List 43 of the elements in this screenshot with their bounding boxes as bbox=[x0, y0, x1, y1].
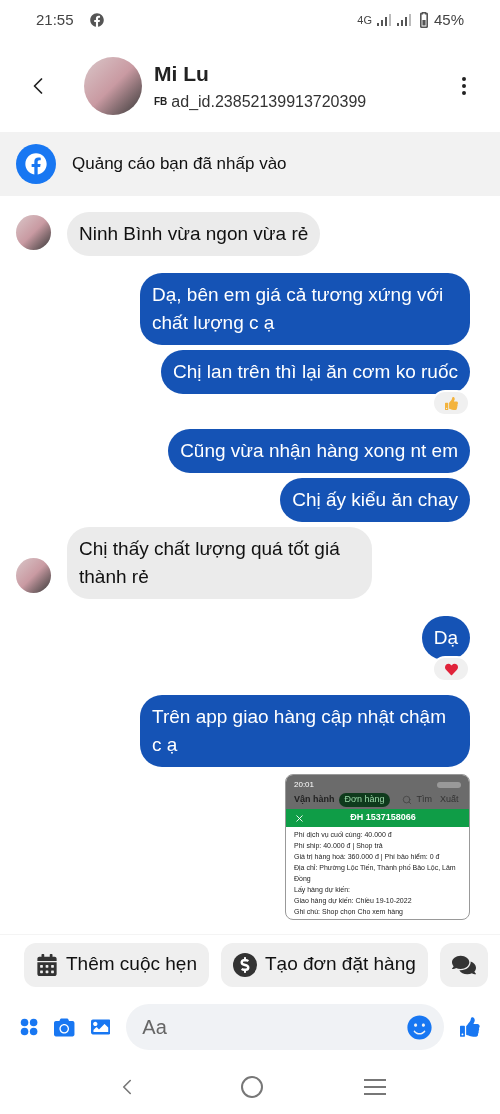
quick-reply-chip[interactable]: Thêm cuộc hẹn bbox=[24, 942, 209, 987]
dollar-icon bbox=[232, 952, 257, 977]
message-input[interactable]: Aa bbox=[142, 1012, 408, 1042]
message-field[interactable]: Aa bbox=[126, 1004, 445, 1050]
avatar-photo bbox=[84, 57, 142, 115]
reaction-badge[interactable] bbox=[432, 656, 470, 682]
heart-icon bbox=[444, 662, 458, 676]
contact-name: Mi Lu bbox=[154, 61, 210, 88]
home-nav-icon[interactable] bbox=[241, 1076, 263, 1098]
embedded-status-icon bbox=[437, 782, 461, 788]
signal-icon bbox=[395, 13, 412, 27]
search-icon bbox=[402, 794, 413, 805]
outgoing-message: Trên app giao hàng cập nhật chậm c ạ bbox=[140, 695, 470, 767]
close-icon bbox=[294, 812, 305, 824]
emoji-icon[interactable] bbox=[407, 1014, 433, 1040]
order-title: ĐH 1537158066 bbox=[349, 811, 417, 825]
embedded-tab[interactable]: Đơn hàng bbox=[338, 793, 391, 807]
outgoing-message: Chị lan trên thì lại ăn cơm ko ruốc bbox=[161, 350, 470, 394]
battery-level: 45% bbox=[433, 9, 464, 30]
network-type: 4G bbox=[357, 12, 372, 28]
calendar-icon bbox=[36, 953, 58, 976]
signal-icon bbox=[375, 13, 392, 27]
like-icon[interactable] bbox=[460, 1014, 480, 1040]
outgoing-message: Cũng vừa nhận hàng xong nt em bbox=[168, 429, 470, 473]
ad-banner[interactable]: Quảng cáo bạn đã nhấp vào bbox=[0, 132, 500, 196]
source-label: FB bbox=[154, 95, 168, 110]
screenshot-attachment[interactable] bbox=[285, 774, 470, 920]
facebook-icon bbox=[16, 144, 56, 184]
incoming-message: Chị thấy chất lượng quá tốt giá thành rẻ bbox=[67, 527, 372, 599]
outgoing-message: Chị ấy kiểu ăn chay bbox=[280, 478, 470, 522]
status-time: 21:55 bbox=[36, 9, 74, 30]
embedded-time: 20:01 bbox=[294, 779, 315, 791]
thumbs-up-icon bbox=[444, 396, 458, 410]
incoming-message: Ninh Bình vừa ngon vừa rẻ bbox=[67, 212, 321, 256]
quick-reply-chip[interactable] bbox=[439, 942, 488, 987]
facebook-icon bbox=[89, 13, 104, 27]
outgoing-message: Dạ bbox=[421, 616, 470, 660]
reaction-badge[interactable] bbox=[432, 390, 470, 416]
ad-id: ad_id.23852139913720399 bbox=[171, 91, 367, 112]
menu-nav-icon[interactable] bbox=[363, 1078, 386, 1096]
ad-banner-text: Quảng cáo bạn đã nhấp vào bbox=[72, 153, 287, 176]
quick-reply-chip[interactable]: Tạo đơn đặt hàng bbox=[220, 942, 428, 987]
outgoing-message: Dạ, bên em giá cả tương xứng với chất lượng c ạ bbox=[140, 273, 470, 345]
